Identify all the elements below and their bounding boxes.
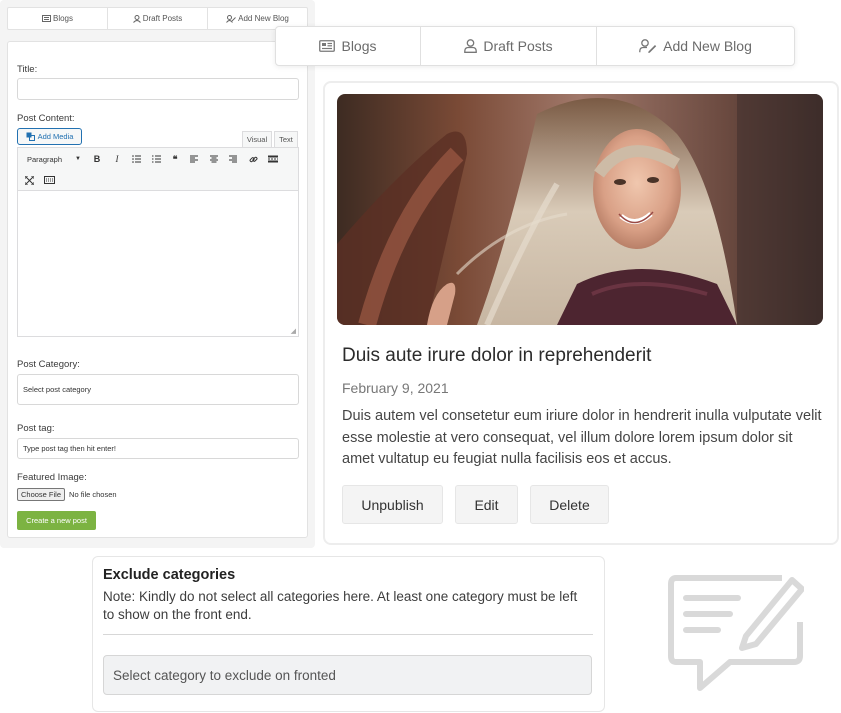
align-left-icon[interactable] — [187, 152, 201, 166]
blog-icon — [41, 15, 51, 22]
category-label: Post Category: — [17, 359, 80, 370]
link-icon[interactable] — [246, 152, 260, 166]
create-post-button[interactable]: Create a new post — [17, 511, 96, 530]
media-icon — [26, 132, 35, 141]
tab-draft-posts[interactable]: Draft Posts — [421, 27, 597, 65]
user-icon — [132, 14, 141, 23]
divider — [103, 634, 593, 635]
user-edit-icon — [639, 39, 657, 53]
featured-image-label: Featured Image: — [17, 472, 87, 483]
tag-input[interactable]: Type post tag then hit enter! — [17, 438, 299, 459]
edit-button[interactable]: Edit — [455, 485, 518, 524]
tag-label: Post tag: — [17, 423, 55, 434]
align-right-icon[interactable] — [226, 152, 240, 166]
exclude-note: Note: Kindly do not select all categorie… — [103, 589, 578, 622]
tab-text[interactable]: Text — [274, 131, 298, 147]
main-tab-bar: Blogs Draft Posts Add New Blog — [275, 26, 795, 66]
read-more-icon[interactable] — [266, 152, 280, 166]
category-select[interactable]: Select post category — [17, 374, 299, 405]
align-center-icon[interactable] — [207, 152, 221, 166]
post-content-editor[interactable]: ◢ — [17, 191, 299, 337]
add-media-button[interactable]: Add Media — [17, 128, 82, 145]
bullet-list-icon[interactable] — [129, 152, 143, 166]
tab-blogs-label: Blogs — [341, 38, 377, 54]
exclude-category-select[interactable]: Select category to exclude on fronted — [103, 655, 592, 695]
small-tab-bar: Blogs Draft Posts Add New Blog — [7, 7, 308, 30]
small-tab-add-label: Add New Blog — [238, 14, 289, 23]
post-featured-image[interactable] — [337, 94, 823, 325]
tab-draft-posts-label: Draft Posts — [483, 38, 553, 54]
post-date: February 9, 2021 — [342, 380, 449, 396]
exclude-title: Exclude categories — [103, 567, 236, 583]
add-media-label: Add Media — [37, 132, 74, 141]
small-tab-draft-posts[interactable]: Draft Posts — [108, 8, 208, 29]
title-input[interactable] — [17, 78, 299, 100]
featured-image-file: Choose File No file chosen — [17, 488, 117, 501]
resize-handle-icon[interactable]: ◢ — [291, 327, 296, 335]
small-tab-blogs[interactable]: Blogs — [8, 8, 108, 29]
blog-icon — [319, 40, 336, 52]
title-label: Title: — [17, 64, 38, 75]
new-post-form: Title: Post Content: Add Media Visual Te… — [7, 41, 308, 538]
fullscreen-icon[interactable] — [22, 173, 36, 187]
editor-toolbar: Paragraph ▼ B I ❝ — [17, 147, 299, 191]
post-excerpt: Duis autem vel consetetur eum iriure dol… — [342, 408, 822, 467]
user-icon — [464, 39, 478, 53]
blockquote-icon[interactable]: ❝ — [168, 152, 182, 166]
blog-post-card: Duis aute irure dolor in reprehenderit F… — [323, 81, 839, 545]
blog-comment-edit-icon — [668, 572, 805, 701]
italic-icon[interactable]: I — [110, 152, 124, 166]
tab-visual[interactable]: Visual — [242, 131, 272, 147]
user-edit-icon — [226, 14, 236, 23]
toolbar-toggle-icon[interactable] — [42, 173, 56, 187]
bold-icon[interactable]: B — [90, 152, 104, 166]
small-tab-blogs-label: Blogs — [52, 14, 73, 23]
delete-button[interactable]: Delete — [530, 485, 609, 524]
numbered-list-icon[interactable] — [149, 152, 163, 166]
exclude-categories-panel: Exclude categories Note: Kindly do not s… — [92, 556, 605, 712]
small-tab-draft-label: Draft Posts — [142, 14, 183, 23]
tab-blogs[interactable]: Blogs — [276, 27, 421, 65]
tab-add-new-blog-label: Add New Blog — [663, 38, 752, 54]
choose-file-button[interactable]: Choose File — [17, 488, 66, 501]
format-select[interactable]: Paragraph ▼ — [24, 152, 84, 166]
unpublish-button[interactable]: Unpublish — [342, 485, 443, 524]
post-title[interactable]: Duis aute irure dolor in reprehenderit — [342, 345, 651, 367]
format-select-value: Paragraph — [27, 154, 63, 164]
file-status: No file chosen — [69, 490, 117, 499]
content-label: Post Content: — [17, 113, 75, 124]
tab-add-new-blog[interactable]: Add New Blog — [597, 27, 794, 65]
new-post-panel: Blogs Draft Posts Add New Blog Title: Po… — [0, 0, 315, 548]
chevron-down-icon: ▼ — [75, 156, 81, 162]
